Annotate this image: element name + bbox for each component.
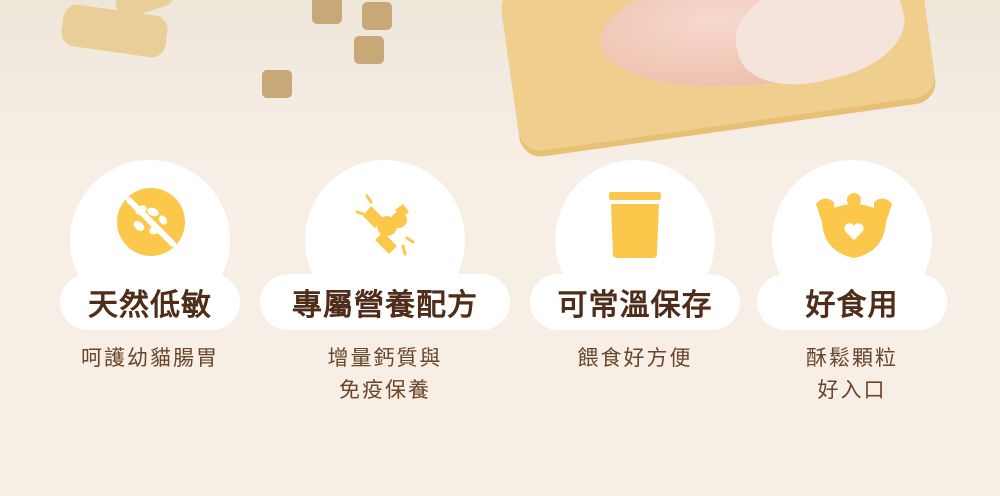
feature-room-temperature: 可常溫保存 餵食好方便 (515, 160, 755, 420)
feature-description: 呵護幼貓腸胃 (81, 346, 219, 370)
cat-heart-icon (816, 193, 892, 258)
feature-natural-hypoallergenic: 天然低敏 呵護幼貓腸胃 (30, 160, 270, 420)
feature-nutrition-formula: 專屬營養配方 增量鈣質與 免疫保養 (260, 160, 510, 420)
feature-description: 增量鈣質與 免疫保養 (327, 346, 443, 402)
feature-description: 酥鬆顆粒 好入口 (806, 346, 898, 402)
no-grain-icon (117, 188, 185, 256)
feature-easy-to-eat: 好食用 酥鬆顆粒 好入口 (732, 160, 972, 420)
feature-description: 餵食好方便 (577, 346, 693, 370)
food-pouch-icon (609, 192, 661, 258)
feature-title: 天然低敏 (60, 274, 240, 330)
feature-title: 專屬營養配方 (260, 274, 510, 330)
joint-bone-icon (355, 194, 415, 256)
feature-title: 可常溫保存 (530, 274, 740, 330)
feature-title: 好食用 (757, 274, 947, 330)
